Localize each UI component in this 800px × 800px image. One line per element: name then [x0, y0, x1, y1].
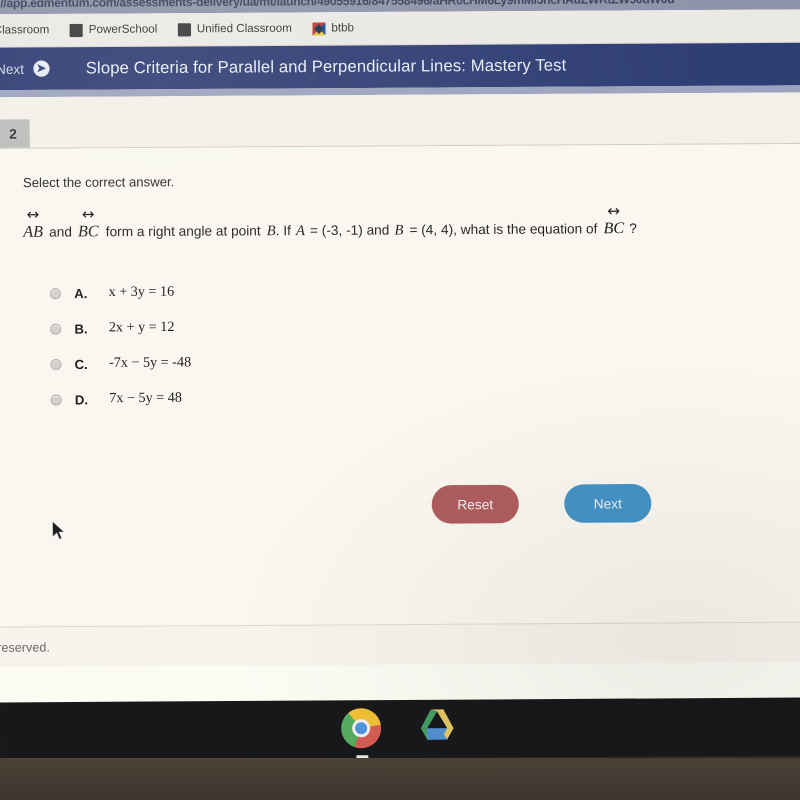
- choice-text: x + 3y = 16: [108, 284, 175, 301]
- stem-text-2: form a right angle at point: [105, 223, 261, 240]
- bookmark-classroom[interactable]: Classroom: [0, 24, 49, 36]
- desk-surface: [0, 758, 800, 800]
- shelf-item-google-drive[interactable]: [417, 708, 459, 750]
- choice-text: 7x − 5y = 48: [109, 390, 182, 407]
- bookmark-unified-classroom[interactable]: Unified Classroom: [177, 22, 292, 36]
- header-next-label: Next: [0, 61, 25, 77]
- circle-arrow-right-icon[interactable]: ➤: [33, 60, 50, 77]
- ray-bc-label: BC: [78, 220, 99, 243]
- choice-text: 2x + y = 12: [108, 320, 175, 336]
- bookmarks-bar: Classroom PowerSchool Unified Classroom …: [0, 9, 800, 48]
- answer-choices: A. x + 3y = 16 B. 2x + y = 12 C. -7x − 5…: [24, 271, 776, 417]
- page-title: Slope Criteria for Parallel and Perpendi…: [85, 55, 567, 77]
- bookmark-powerschool[interactable]: PowerSchool: [69, 23, 157, 37]
- radio-button-c[interactable]: [50, 358, 62, 370]
- question-content: 2 Select the correct answer. AB and BC f…: [0, 92, 800, 668]
- footer-text: s reserved.: [0, 639, 50, 655]
- choice-letter: D.: [74, 392, 89, 408]
- dark-square-icon: [69, 23, 83, 37]
- reset-button[interactable]: Reset: [431, 484, 519, 524]
- question-number-badge: 2: [0, 119, 30, 148]
- chrome-icon[interactable]: [341, 708, 382, 749]
- stem-eq-a: = (-3, -1) and: [309, 222, 390, 239]
- instruction-text: Select the correct answer.: [22, 174, 175, 191]
- chromeos-shelf: [0, 697, 800, 761]
- choice-letter: A.: [74, 285, 88, 302]
- question-stem: AB and BC form a right angle at point B …: [23, 216, 774, 244]
- stem-text-4: ?: [629, 220, 637, 237]
- choice-letter: B.: [74, 321, 88, 337]
- radio-button-b[interactable]: [50, 323, 62, 335]
- choice-a[interactable]: A. x + 3y = 16: [24, 271, 775, 311]
- stem-text-1: and: [49, 224, 72, 240]
- action-buttons: Reset Next: [431, 483, 652, 524]
- dark-square-icon: [177, 22, 191, 36]
- google-drive-icon[interactable]: [417, 708, 457, 744]
- stem-eq-b: = (4, 4), what is the equation of: [409, 221, 598, 238]
- photo-of-screen: h://app.edmentum.com/assessments-deliver…: [0, 0, 800, 800]
- next-button[interactable]: Next: [564, 483, 652, 523]
- ray-ab-label: AB: [23, 220, 43, 243]
- var-b-label: B: [394, 222, 404, 239]
- stem-text-3: . If: [275, 222, 291, 239]
- choice-text: -7x − 5y = -48: [109, 355, 192, 372]
- header-next-nav[interactable]: Next ➤: [0, 47, 64, 90]
- choice-c[interactable]: C. -7x − 5y = -48: [24, 342, 775, 382]
- radio-button-a[interactable]: [49, 287, 62, 300]
- question-card: Select the correct answer. AB and BC for…: [0, 143, 800, 668]
- btbb-favicon-icon: [312, 21, 326, 36]
- choice-d[interactable]: D. 7x − 5y = 48: [24, 378, 775, 418]
- choice-b[interactable]: B. 2x + y = 12: [24, 307, 775, 347]
- url-text: h://app.edmentum.com/assessments-deliver…: [0, 0, 675, 11]
- bookmark-label: btbb: [331, 22, 355, 35]
- ray-bc-label-2: BC: [603, 217, 624, 240]
- assessment-header: Next ➤ Slope Criteria for Parallel and P…: [0, 42, 800, 91]
- choice-letter: C.: [74, 356, 88, 372]
- page-footer: s reserved.: [0, 621, 800, 668]
- chromebook-screen: h://app.edmentum.com/assessments-deliver…: [0, 0, 800, 708]
- bookmark-label: Unified Classroom: [196, 22, 292, 36]
- bookmark-btbb[interactable]: btbb: [312, 21, 355, 36]
- shelf-item-chrome[interactable]: [341, 708, 383, 759]
- radio-button-d[interactable]: [50, 394, 62, 406]
- point-b-label: B: [266, 223, 276, 240]
- var-a-label: A: [295, 222, 305, 240]
- bookmark-label: PowerSchool: [88, 23, 158, 36]
- bookmark-label: Classroom: [0, 24, 50, 37]
